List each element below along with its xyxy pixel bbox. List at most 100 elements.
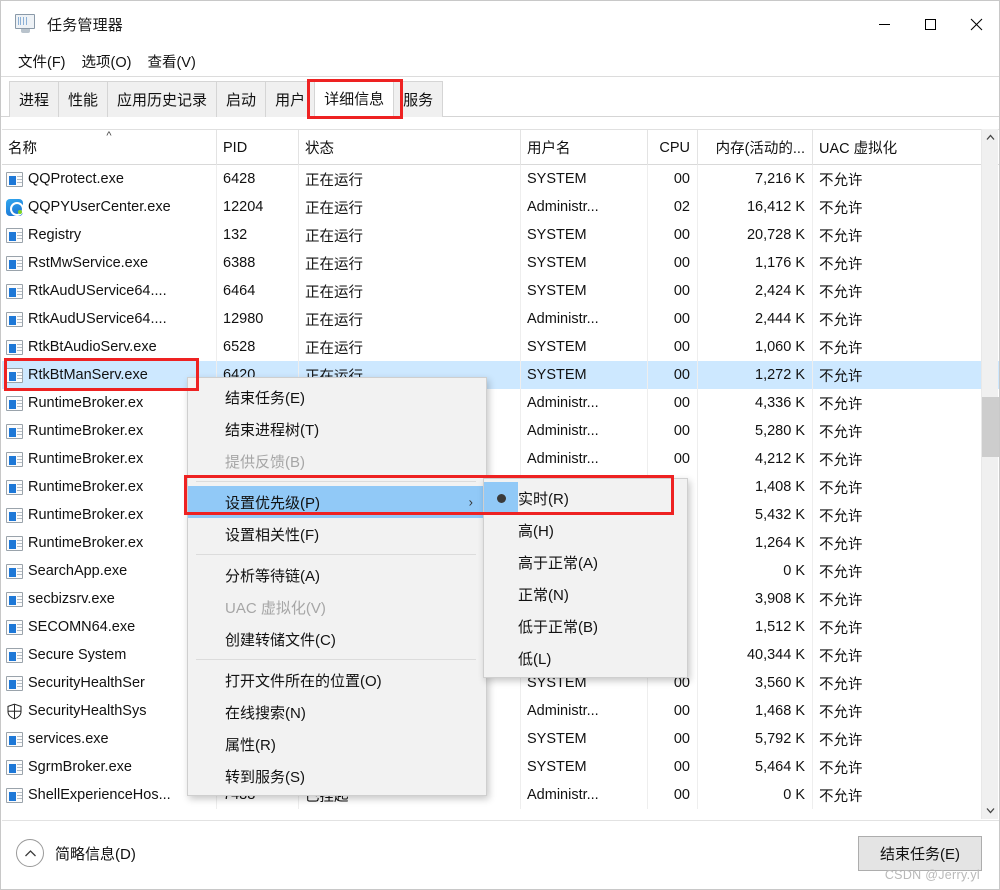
context-menu-item-2: 提供反馈(B) (188, 445, 486, 477)
cell-memory: 1,272 K (698, 361, 813, 389)
table-row[interactable]: SgrmBroker.exe SYSTEM 00 5,464 K 不允许 (2, 753, 999, 781)
cell-pid-text: 6388 (223, 255, 256, 271)
priority-option-4[interactable]: 低于正常(B) (484, 610, 687, 642)
column-header-5[interactable]: 内存(活动的... (698, 130, 813, 165)
table-row[interactable]: RtkBtManServ.exe6420正在运行SYSTEM001,272 K不… (2, 361, 999, 389)
context-menu-item-9[interactable]: 创建转储文件(C) (188, 623, 486, 655)
cell-name: SgrmBroker.exe (2, 753, 217, 781)
cell-user-text: SYSTEM (527, 339, 587, 355)
table-row[interactable]: QQProtect.exe 6428 正在运行 SYSTEM 00 7,216 K 不允许 (2, 165, 999, 193)
table-row[interactable]: RuntimeBroker.ex Administr... 00 4,336 K 不允许 (2, 389, 999, 417)
context-menu-item-label: 创建转储文件(C) (225, 631, 336, 649)
table-row[interactable]: RuntimeBroker.ex Administr... 00 5,280 K 不允许 (2, 417, 999, 445)
column-header-0[interactable]: 名称 ^ (2, 130, 217, 165)
context-menu-item-1[interactable]: 结束进程树(T) (188, 413, 486, 445)
cell-cpu-text: 00 (673, 311, 690, 327)
cell-cpu-text: 00 (673, 283, 690, 299)
cell-name: QQPYUserCenter.exe (2, 193, 217, 221)
process-table: 名称 ^ PID 状态 用户名 CPU 内存(活动的... UAC 虚拟化 QQProtect… (2, 129, 999, 819)
cell-name: RtkAudUService64.... (2, 305, 217, 333)
menu-view[interactable]: 查看(V) (139, 49, 203, 74)
cell-name: RtkBtManServ.exe (2, 361, 217, 389)
cell-memory: 4,336 K (698, 389, 813, 417)
tab-app-history[interactable]: 应用历史记录 (107, 81, 218, 117)
tab-users[interactable]: 用户 (265, 81, 316, 117)
app-window-icon (6, 227, 23, 243)
table-row[interactable]: RuntimeBroker.ex Administr... 00 4,212 K 不允许 (2, 445, 999, 473)
context-menu-item-5[interactable]: 设置相关性(F) (188, 518, 486, 550)
context-menu-item-4[interactable]: 设置优先级(P) › (188, 486, 486, 518)
table-row[interactable]: RstMwService.exe 6388 正在运行 SYSTEM 00 1,176 K 不… (2, 249, 999, 277)
column-header-label: CPU (659, 139, 690, 156)
radio-selected-icon (484, 482, 518, 514)
cell-name-text: RuntimeBroker.ex (28, 423, 144, 439)
cell-memory-text: 5,464 K (755, 759, 805, 775)
cell-name-text: QQProtect.exe (28, 171, 124, 187)
cell-memory: 20,728 K (698, 221, 813, 249)
tab-processes[interactable]: 进程 (9, 81, 60, 117)
chevron-right-icon: › (468, 494, 473, 510)
tab-startup[interactable]: 启动 (216, 81, 267, 117)
context-menu-item-11[interactable]: 打开文件所在的位置(O) (188, 664, 486, 696)
table-row[interactable]: RtkAudUService64.... 12980 正在运行 Administr..… (2, 305, 999, 333)
minimize-button[interactable] (861, 1, 907, 47)
menu-options[interactable]: 选项(O) (74, 49, 140, 74)
context-menu-item-label: 结束进程树(T) (225, 421, 320, 439)
cell-name-text: SgrmBroker.exe (28, 759, 132, 775)
end-task-button[interactable]: 结束任务(E) (858, 836, 982, 871)
cell-pid: 6528 (217, 333, 299, 361)
cell-user: SYSTEM (521, 277, 648, 305)
table-row[interactable]: QQPYUserCenter.exe 12204 正在运行 Administr... 0… (2, 193, 999, 221)
scroll-down-icon[interactable] (982, 802, 999, 819)
priority-option-3[interactable]: 正常(N) (484, 578, 687, 610)
tab-performance[interactable]: 性能 (58, 81, 109, 117)
vertical-scrollbar[interactable] (981, 129, 999, 819)
cell-memory-text: 1,512 K (755, 619, 805, 635)
column-header-6[interactable]: UAC 虚拟化 (813, 130, 983, 165)
column-header-2[interactable]: 状态 (299, 130, 521, 165)
context-menu-item-7[interactable]: 分析等待链(A) (188, 559, 486, 591)
cell-user: SYSTEM (521, 333, 648, 361)
cell-memory: 1,060 K (698, 333, 813, 361)
title-bar: 任务管理器 (1, 1, 999, 47)
table-row[interactable]: Registry 132 正在运行 SYSTEM 00 20,728 K 不允许 (2, 221, 999, 249)
table-row[interactable]: services.exe SYSTEM 00 5,792 K 不允许 (2, 725, 999, 753)
cell-name: RstMwService.exe (2, 249, 217, 277)
priority-option-2[interactable]: 高于正常(A) (484, 546, 687, 578)
priority-option-0[interactable]: 实时(R) (484, 482, 687, 514)
priority-option-1[interactable]: 高(H) (484, 514, 687, 546)
cell-cpu-text: 00 (673, 255, 690, 271)
column-header-3[interactable]: 用户名 (521, 130, 648, 165)
column-header-1[interactable]: PID (217, 130, 299, 165)
context-menu-item-12[interactable]: 在线搜索(N) (188, 696, 486, 728)
column-header-4[interactable]: CPU (648, 130, 698, 165)
cell-status-text: 正在运行 (305, 256, 363, 273)
cell-user: SYSTEM (521, 221, 648, 249)
menu-file[interactable]: 文件(F) (10, 49, 74, 74)
context-menu-item-label: 提供反馈(B) (225, 453, 305, 471)
cell-memory: 5,432 K (698, 501, 813, 529)
maximize-button[interactable] (907, 1, 953, 47)
table-row[interactable]: RtkAudUService64.... 6464 正在运行 SYSTEM 00 2,42… (2, 277, 999, 305)
cell-user-text: Administr... (527, 423, 599, 439)
context-menu-item-0[interactable]: 结束任务(E) (188, 381, 486, 413)
cell-uac-text: 不允许 (819, 396, 863, 413)
priority-option-5[interactable]: 低(L) (484, 642, 687, 674)
scroll-up-icon[interactable] (982, 129, 999, 146)
cell-user: SYSTEM (521, 249, 648, 277)
brief-info-toggle[interactable]: 简略信息(D) (16, 839, 136, 867)
cell-user-text: SYSTEM (527, 171, 587, 187)
table-row[interactable]: ShellExperienceHos...7488已挂起Administr...… (2, 781, 999, 809)
cell-pid: 6464 (217, 277, 299, 305)
table-row[interactable]: RtkBtAudioServ.exe 6528 正在运行 SYSTEM 00 1,060 … (2, 333, 999, 361)
cell-memory: 5,464 K (698, 753, 813, 781)
table-row[interactable]: SecurityHealthSys Administr... 00 1,468 K 不允… (2, 697, 999, 725)
tab-details[interactable]: 详细信息 (314, 79, 395, 117)
cell-uac-text: 不允许 (819, 200, 863, 217)
close-button[interactable] (953, 1, 999, 47)
cell-pid: 12980 (217, 305, 299, 333)
context-menu-item-14[interactable]: 转到服务(S) (188, 760, 486, 792)
scrollbar-thumb[interactable] (982, 397, 999, 457)
tab-services[interactable]: 服务 (393, 81, 444, 117)
context-menu-item-13[interactable]: 属性(R) (188, 728, 486, 760)
